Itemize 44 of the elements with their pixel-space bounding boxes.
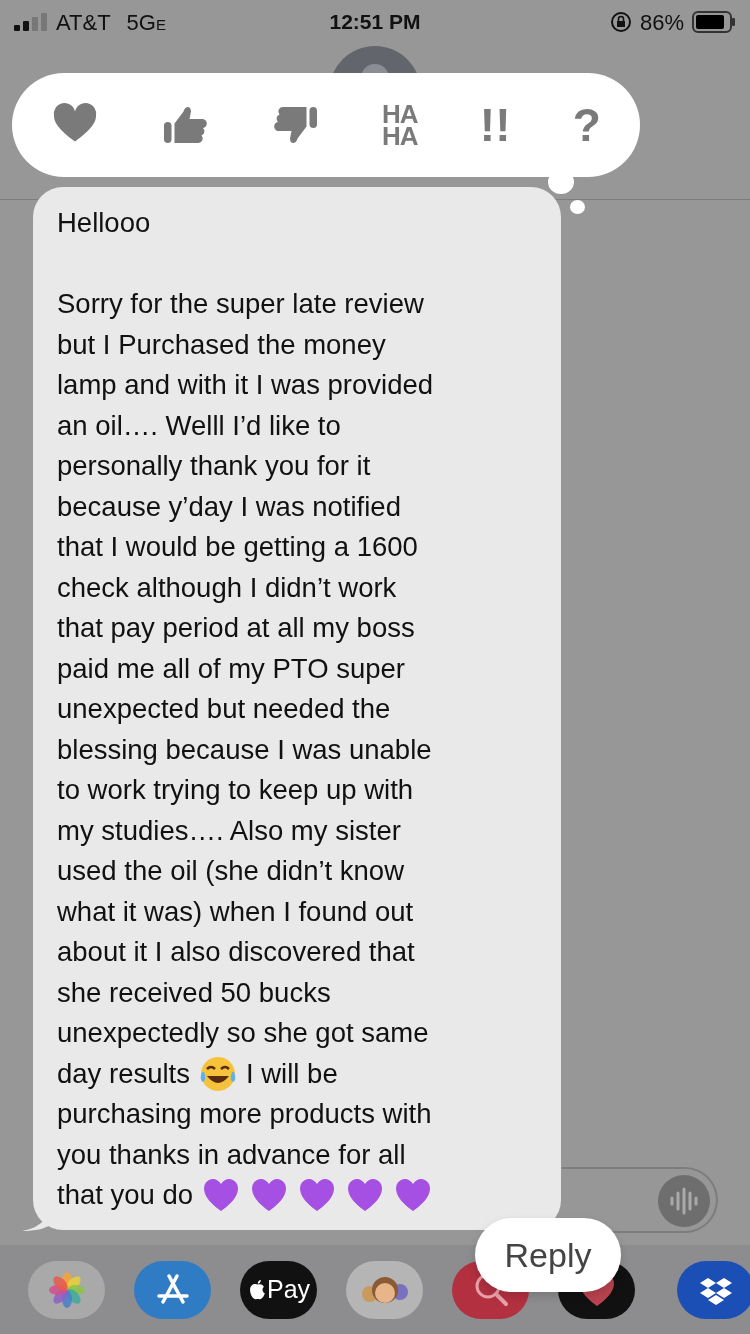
message-text: she received 50 bucks — [57, 975, 331, 1010]
message-text: an oil…. Welll I’d like to — [57, 408, 341, 443]
dropbox-app-button[interactable] — [677, 1260, 750, 1319]
message-text: check although I didn’t work — [57, 570, 397, 605]
carrier-name: AT&T — [56, 8, 111, 37]
message-text: about it I also discovered that — [57, 935, 415, 969]
rotation-lock-icon — [609, 11, 632, 33]
message-text: unexpected but needed the — [57, 692, 391, 726]
message-text: my studies…. Also my sister — [57, 813, 401, 848]
message-text: you thanks in advance for all — [57, 1137, 406, 1172]
clock: 12:51 PM — [329, 9, 421, 36]
waveform-icon — [669, 1187, 699, 1215]
message-text: used the oil (she didn’t know — [57, 854, 404, 888]
message-text: that I would be getting a 1600 — [57, 530, 418, 564]
message-text: blessing because I was unable — [57, 732, 432, 767]
apple-pay-button[interactable]: Pay — [240, 1260, 317, 1319]
message-text: what it was) when I found out — [57, 894, 414, 929]
message-bubble[interactable] — [33, 187, 561, 1230]
message-text: Hellooo — [57, 206, 151, 240]
reaction-button[interactable]: ? — [572, 90, 601, 160]
battery-icon — [692, 11, 736, 33]
reaction-bar-tail — [570, 200, 585, 214]
battery-percent: 86% — [639, 8, 684, 37]
message-text: because y’day I was notified — [57, 489, 401, 524]
message-text: purchasing more products with — [57, 1097, 432, 1131]
audio-button[interactable] — [658, 1175, 710, 1227]
message-text: lamp and with it I was provided — [57, 368, 434, 402]
message-text: that pay period at all my boss — [57, 611, 415, 645]
reply-button[interactable]: Reply — [475, 1218, 621, 1292]
message-text: unexpectedly so she got same — [57, 1016, 429, 1050]
message-text: that you do — [57, 1178, 194, 1212]
message-text: to work trying to keep up with — [57, 773, 414, 807]
message-text: paid me all of my PTO super — [57, 651, 405, 686]
message-text: day results — [57, 1056, 190, 1091]
haha-reaction[interactable]: HA HA — [382, 103, 418, 147]
message-text: Sorry for the super late review — [57, 287, 424, 321]
message-text: personally thank you for it — [57, 449, 371, 483]
pay-label: Pay — [266, 1273, 311, 1305]
message-text: I will be — [246, 1056, 338, 1091]
flower-icon — [46, 1269, 87, 1310]
message-text: but I Purchased the money — [57, 327, 386, 362]
signal-icon — [14, 13, 48, 31]
network-type: 5GE — [126, 8, 166, 37]
reaction-button[interactable]: !! — [479, 90, 511, 160]
